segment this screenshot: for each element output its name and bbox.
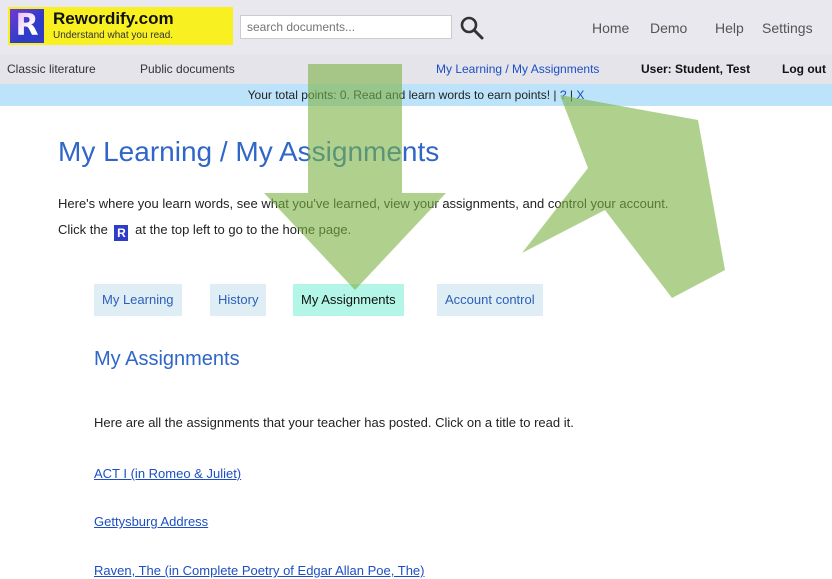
points-close-link[interactable]: X [576,88,584,102]
user-label: User: Student, Test [641,62,751,76]
tab-my-assignments[interactable]: My Assignments [293,284,404,316]
intro-after: at the top left to go to the home page. [135,222,352,237]
tab-my-learning[interactable]: My Learning [94,284,182,316]
tab-history[interactable]: History [210,284,267,316]
nav-public-documents[interactable]: Public documents [140,62,235,76]
section-title: My Assignments [94,348,240,370]
top-bar: R Rewordify.com Understand what you read… [0,0,832,54]
logo-r-icon: R [114,225,129,241]
points-message: Your total points: 0. Read and learn wor… [247,88,551,102]
logo-title[interactable]: Rewordify.com [53,9,174,29]
logo[interactable]: R Rewordify.com Understand what you read… [8,7,233,45]
logo-tagline: Understand what you read. [53,30,174,41]
tab-account-control[interactable]: Account control [437,284,543,316]
logo-r-icon[interactable]: R [10,9,44,43]
points-sep: | [569,88,574,102]
secondary-nav: Classic literature Public documents My L… [0,54,832,84]
assignment-link[interactable]: Raven, The (in Complete Poetry of Edgar … [94,563,424,578]
page-title: My Learning / My Assignments [58,136,440,167]
assignments-description: Here are all the assignments that your t… [94,415,574,430]
nav-help[interactable]: Help [715,20,744,36]
intro-text: Here's where you learn words, see what y… [58,196,669,211]
points-sep: | [553,88,557,102]
points-help-link[interactable]: ? [560,88,567,102]
assignment-link[interactable]: Gettysburg Address [94,514,208,529]
intro-before: Click the [58,222,108,237]
logout-link[interactable]: Log out [782,62,826,76]
nav-demo[interactable]: Demo [650,20,687,36]
intro-text-home: Click the R at the top left to go to the… [58,222,351,241]
search-input[interactable] [240,15,452,39]
nav-classic-literature[interactable]: Classic literature [7,62,96,76]
nav-home[interactable]: Home [592,20,629,36]
points-bar: Your total points: 0. Read and learn wor… [0,84,832,106]
breadcrumb[interactable]: My Learning / My Assignments [436,62,599,76]
nav-settings[interactable]: Settings [762,20,813,36]
search-icon[interactable] [459,15,485,41]
assignment-link[interactable]: ACT I (in Romeo & Juliet) [94,466,241,481]
